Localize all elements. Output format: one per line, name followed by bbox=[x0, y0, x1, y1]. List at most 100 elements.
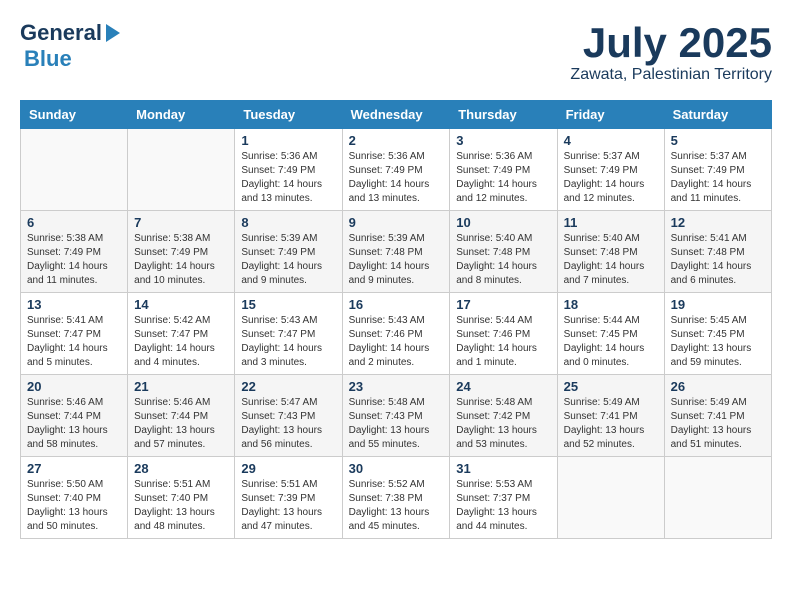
calendar-cell: 28 Sunrise: 5:51 AM Sunset: 7:40 PM Dayli… bbox=[128, 457, 235, 539]
calendar-cell: 2 Sunrise: 5:36 AM Sunset: 7:49 PM Daylig… bbox=[342, 129, 450, 211]
day-number: 12 bbox=[671, 215, 765, 230]
calendar-cell: 14 Sunrise: 5:42 AM Sunset: 7:47 PM Dayli… bbox=[128, 293, 235, 375]
calendar-table: SundayMondayTuesdayWednesdayThursdayFrid… bbox=[20, 100, 772, 539]
day-info: Sunrise: 5:37 AM Sunset: 7:49 PM Dayligh… bbox=[671, 150, 765, 206]
day-number: 24 bbox=[456, 379, 550, 394]
column-header-thursday: Thursday bbox=[450, 101, 557, 129]
calendar-cell: 29Sunrise: 5:51 AM Sunset: 7:39 PM Dayli… bbox=[235, 457, 342, 539]
calendar-cell bbox=[664, 457, 771, 539]
day-number: 21 bbox=[134, 379, 228, 394]
page-header: General Blue July 2025 Zawata, Palestini… bbox=[20, 20, 772, 84]
calendar-cell: 21 Sunrise: 5:46 AM Sunset: 7:44 PM Dayli… bbox=[128, 375, 235, 457]
day-info: Sunrise: 5:48 AM Sunset: 7:43 PM Dayligh… bbox=[349, 396, 444, 452]
day-info: Sunrise: 5:36 AM Sunset: 7:49 PM Dayligh… bbox=[456, 150, 550, 206]
calendar-cell: 10 Sunrise: 5:40 AM Sunset: 7:48 PM Dayli… bbox=[450, 211, 557, 293]
column-header-wednesday: Wednesday bbox=[342, 101, 450, 129]
calendar-cell: 27 Sunrise: 5:50 AM Sunset: 7:40 PM Dayli… bbox=[21, 457, 128, 539]
calendar-title: July 2025 bbox=[570, 20, 772, 66]
day-number: 10 bbox=[456, 215, 550, 230]
day-info: Sunrise: 5:43 AM Sunset: 7:47 PM Dayligh… bbox=[241, 314, 335, 370]
column-header-tuesday: Tuesday bbox=[235, 101, 342, 129]
calendar-cell: 3Sunrise: 5:36 AM Sunset: 7:49 PM Daylig… bbox=[450, 129, 557, 211]
day-info: Sunrise: 5:46 AM Sunset: 7:44 PM Dayligh… bbox=[27, 396, 121, 452]
calendar-cell bbox=[21, 129, 128, 211]
logo-arrow-icon bbox=[106, 24, 120, 42]
calendar-cell: 6 Sunrise: 5:38 AM Sunset: 7:49 PM Daylig… bbox=[21, 211, 128, 293]
day-info: Sunrise: 5:36 AM Sunset: 7:49 PM Dayligh… bbox=[349, 150, 444, 206]
calendar-cell: 1 Sunrise: 5:36 AM Sunset: 7:49 PM Daylig… bbox=[235, 129, 342, 211]
day-info: Sunrise: 5:38 AM Sunset: 7:49 PM Dayligh… bbox=[27, 232, 121, 288]
day-info: Sunrise: 5:49 AM Sunset: 7:41 PM Dayligh… bbox=[564, 396, 658, 452]
day-info: Sunrise: 5:37 AM Sunset: 7:49 PM Dayligh… bbox=[564, 150, 658, 206]
day-number: 13 bbox=[27, 297, 121, 312]
calendar-week-row: 27 Sunrise: 5:50 AM Sunset: 7:40 PM Dayli… bbox=[21, 457, 772, 539]
calendar-cell: 26 Sunrise: 5:49 AM Sunset: 7:41 PM Dayli… bbox=[664, 375, 771, 457]
calendar-week-row: 13 Sunrise: 5:41 AM Sunset: 7:47 PM Dayli… bbox=[21, 293, 772, 375]
calendar-cell: 19Sunrise: 5:45 AM Sunset: 7:45 PM Dayli… bbox=[664, 293, 771, 375]
day-number: 26 bbox=[671, 379, 765, 394]
day-number: 5 bbox=[671, 133, 765, 148]
day-info: Sunrise: 5:47 AM Sunset: 7:43 PM Dayligh… bbox=[241, 396, 335, 452]
calendar-cell: 12 Sunrise: 5:41 AM Sunset: 7:48 PM Dayli… bbox=[664, 211, 771, 293]
day-number: 30 bbox=[349, 461, 444, 476]
day-info: Sunrise: 5:39 AM Sunset: 7:48 PM Dayligh… bbox=[349, 232, 444, 288]
logo: General Blue bbox=[20, 20, 120, 72]
day-info: Sunrise: 5:51 AM Sunset: 7:39 PM Dayligh… bbox=[241, 478, 335, 534]
calendar-cell: 17Sunrise: 5:44 AM Sunset: 7:46 PM Dayli… bbox=[450, 293, 557, 375]
day-info: Sunrise: 5:51 AM Sunset: 7:40 PM Dayligh… bbox=[134, 478, 228, 534]
day-info: Sunrise: 5:52 AM Sunset: 7:38 PM Dayligh… bbox=[349, 478, 444, 534]
day-number: 11 bbox=[564, 215, 658, 230]
day-number: 28 bbox=[134, 461, 228, 476]
day-number: 22 bbox=[241, 379, 335, 394]
calendar-cell: 22 Sunrise: 5:47 AM Sunset: 7:43 PM Dayli… bbox=[235, 375, 342, 457]
calendar-week-row: 20 Sunrise: 5:46 AM Sunset: 7:44 PM Dayli… bbox=[21, 375, 772, 457]
column-header-monday: Monday bbox=[128, 101, 235, 129]
column-header-saturday: Saturday bbox=[664, 101, 771, 129]
calendar-cell: 4Sunrise: 5:37 AM Sunset: 7:49 PM Daylig… bbox=[557, 129, 664, 211]
calendar-cell: 24 Sunrise: 5:48 AM Sunset: 7:42 PM Dayli… bbox=[450, 375, 557, 457]
calendar-week-row: 6 Sunrise: 5:38 AM Sunset: 7:49 PM Daylig… bbox=[21, 211, 772, 293]
day-info: Sunrise: 5:36 AM Sunset: 7:49 PM Dayligh… bbox=[241, 150, 335, 206]
logo-text-blue: Blue bbox=[24, 46, 72, 72]
day-number: 27 bbox=[27, 461, 121, 476]
calendar-cell: 25 Sunrise: 5:49 AM Sunset: 7:41 PM Dayli… bbox=[557, 375, 664, 457]
calendar-header-row: SundayMondayTuesdayWednesdayThursdayFrid… bbox=[21, 101, 772, 129]
day-number: 19 bbox=[671, 297, 765, 312]
calendar-cell: 30 Sunrise: 5:52 AM Sunset: 7:38 PM Dayli… bbox=[342, 457, 450, 539]
calendar-week-row: 1 Sunrise: 5:36 AM Sunset: 7:49 PM Daylig… bbox=[21, 129, 772, 211]
calendar-cell: 31Sunrise: 5:53 AM Sunset: 7:37 PM Dayli… bbox=[450, 457, 557, 539]
column-header-sunday: Sunday bbox=[21, 101, 128, 129]
day-number: 15 bbox=[241, 297, 335, 312]
calendar-subtitle: Zawata, Palestinian Territory bbox=[570, 66, 772, 84]
day-info: Sunrise: 5:43 AM Sunset: 7:46 PM Dayligh… bbox=[349, 314, 444, 370]
day-info: Sunrise: 5:48 AM Sunset: 7:42 PM Dayligh… bbox=[456, 396, 550, 452]
day-info: Sunrise: 5:41 AM Sunset: 7:48 PM Dayligh… bbox=[671, 232, 765, 288]
day-number: 2 bbox=[349, 133, 444, 148]
day-info: Sunrise: 5:40 AM Sunset: 7:48 PM Dayligh… bbox=[456, 232, 550, 288]
day-info: Sunrise: 5:41 AM Sunset: 7:47 PM Dayligh… bbox=[27, 314, 121, 370]
title-section: July 2025 Zawata, Palestinian Territory bbox=[570, 20, 772, 84]
day-info: Sunrise: 5:38 AM Sunset: 7:49 PM Dayligh… bbox=[134, 232, 228, 288]
day-info: Sunrise: 5:49 AM Sunset: 7:41 PM Dayligh… bbox=[671, 396, 765, 452]
calendar-cell: 15 Sunrise: 5:43 AM Sunset: 7:47 PM Dayli… bbox=[235, 293, 342, 375]
calendar-cell: 20 Sunrise: 5:46 AM Sunset: 7:44 PM Dayli… bbox=[21, 375, 128, 457]
day-number: 1 bbox=[241, 133, 335, 148]
day-number: 16 bbox=[349, 297, 444, 312]
calendar-cell bbox=[557, 457, 664, 539]
day-info: Sunrise: 5:53 AM Sunset: 7:37 PM Dayligh… bbox=[456, 478, 550, 534]
calendar-cell: 9 Sunrise: 5:39 AM Sunset: 7:48 PM Daylig… bbox=[342, 211, 450, 293]
day-number: 6 bbox=[27, 215, 121, 230]
day-number: 8 bbox=[241, 215, 335, 230]
day-info: Sunrise: 5:46 AM Sunset: 7:44 PM Dayligh… bbox=[134, 396, 228, 452]
day-number: 14 bbox=[134, 297, 228, 312]
day-info: Sunrise: 5:44 AM Sunset: 7:46 PM Dayligh… bbox=[456, 314, 550, 370]
calendar-cell: 5 Sunrise: 5:37 AM Sunset: 7:49 PM Daylig… bbox=[664, 129, 771, 211]
day-number: 23 bbox=[349, 379, 444, 394]
day-info: Sunrise: 5:42 AM Sunset: 7:47 PM Dayligh… bbox=[134, 314, 228, 370]
logo-text-general: General bbox=[20, 20, 102, 46]
day-info: Sunrise: 5:50 AM Sunset: 7:40 PM Dayligh… bbox=[27, 478, 121, 534]
calendar-cell: 13 Sunrise: 5:41 AM Sunset: 7:47 PM Dayli… bbox=[21, 293, 128, 375]
day-number: 25 bbox=[564, 379, 658, 394]
day-number: 20 bbox=[27, 379, 121, 394]
day-number: 9 bbox=[349, 215, 444, 230]
